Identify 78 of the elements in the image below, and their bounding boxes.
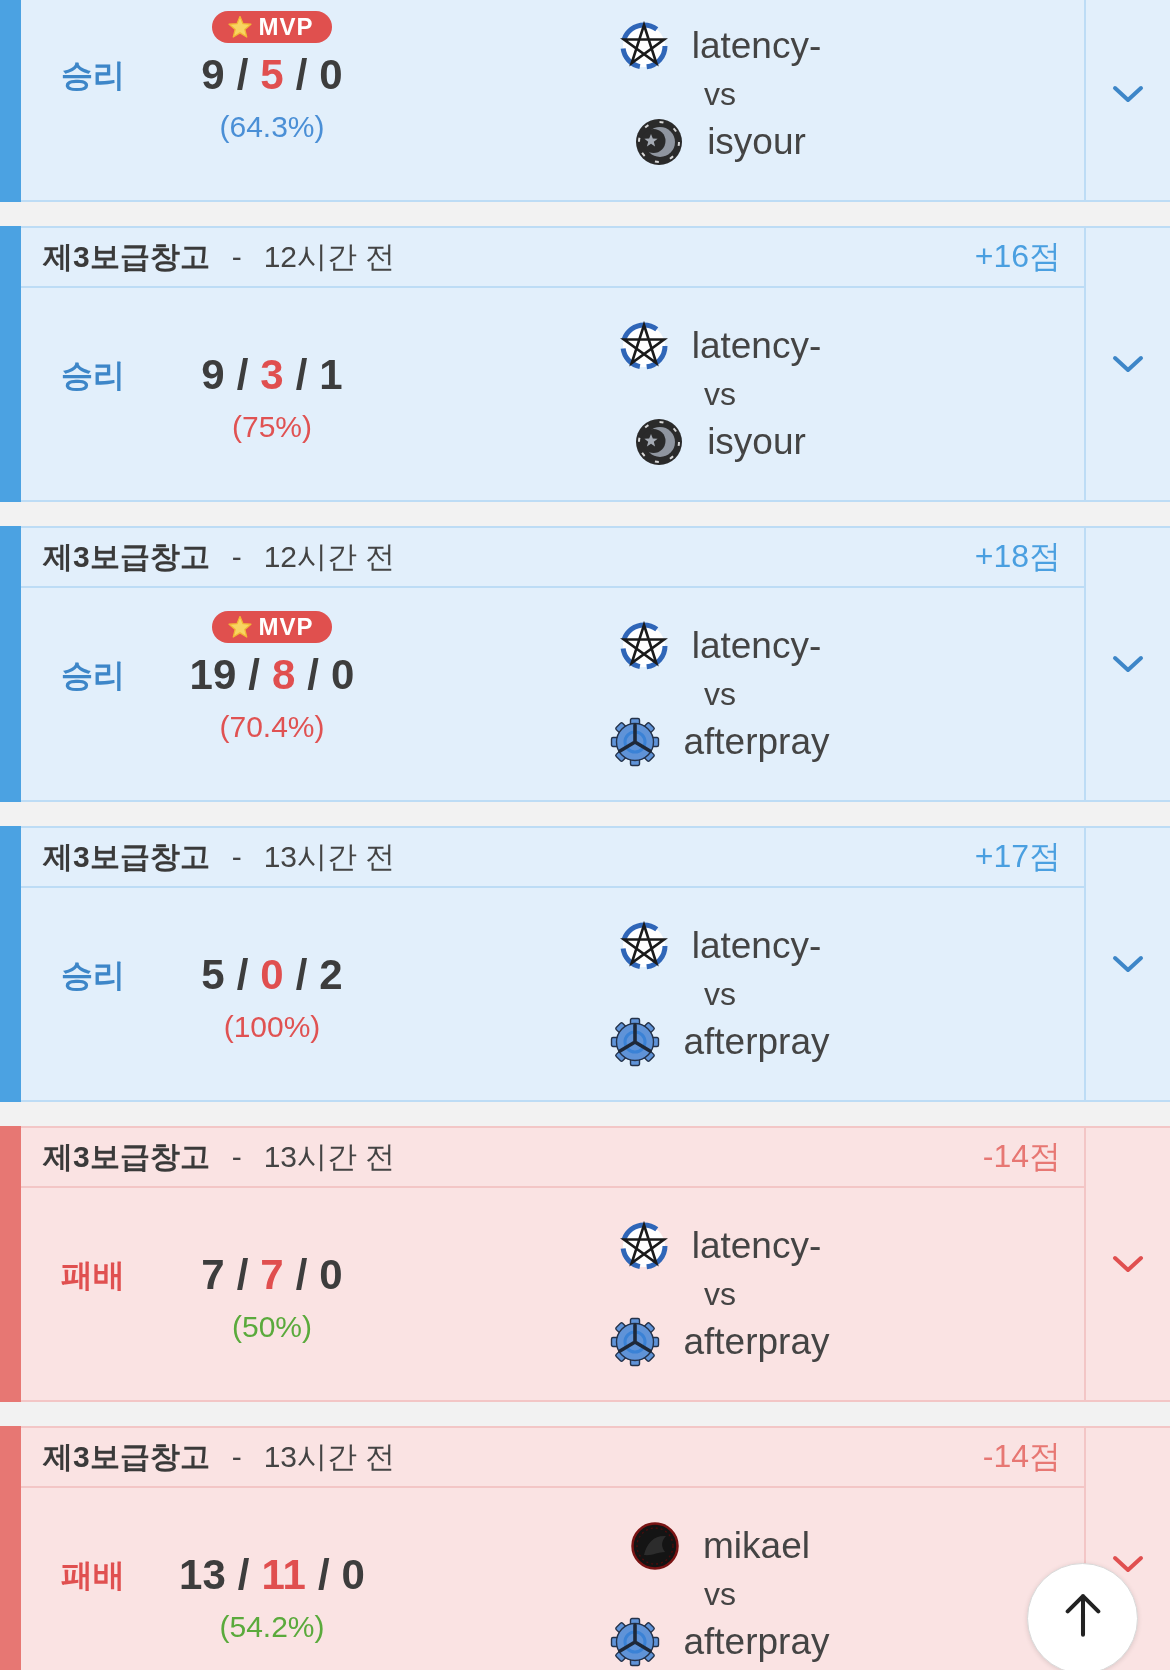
points-change: -14점	[982, 1437, 1061, 1476]
match-result: 패배	[61, 1556, 125, 1595]
expand-button[interactable]	[1084, 1126, 1170, 1402]
expand-button[interactable]	[1084, 0, 1170, 202]
versus-label: vs	[704, 1275, 736, 1314]
player-name: latency-	[691, 1224, 822, 1268]
mvp-text: MVP	[258, 613, 314, 641]
kill-participation: (70.4%)	[219, 709, 325, 745]
versus-label: vs	[704, 1575, 736, 1614]
player-name: latency-	[691, 24, 822, 68]
map-name: 제3보급창고	[43, 838, 210, 875]
separator: -	[231, 240, 242, 274]
player-name: isyour	[707, 120, 806, 164]
separator: -	[231, 1440, 242, 1474]
player-name: isyour	[707, 420, 806, 464]
time-ago: 12시간 전	[263, 238, 396, 275]
star-icon	[228, 16, 253, 38]
points-change: -14점	[982, 1137, 1061, 1176]
player-name: latency-	[691, 624, 822, 668]
map-name: 제3보급창고	[43, 538, 210, 575]
expand-button[interactable]	[1084, 526, 1170, 802]
match-result: 승리	[61, 656, 125, 695]
points-change: +17점	[974, 837, 1061, 876]
expand-button[interactable]	[1084, 826, 1170, 1102]
match-result: 승리	[61, 356, 125, 395]
round-crest-emblem-icon	[630, 1521, 681, 1571]
map-name: 제3보급창고	[43, 1438, 210, 1475]
kill-participation: (50%)	[232, 1309, 312, 1345]
kill-participation: (75%)	[232, 409, 312, 445]
player-name: latency-	[691, 924, 822, 968]
versus-label: vs	[704, 375, 736, 414]
kill-participation: (54.2%)	[219, 1609, 325, 1645]
time-ago: 13시간 전	[263, 1138, 396, 1175]
time-ago: 13시간 전	[263, 838, 396, 875]
separator: -	[231, 840, 242, 874]
gear-emblem-icon	[610, 1617, 661, 1667]
kill-participation: (64.3%)	[219, 109, 325, 145]
kill-participation: (100%)	[223, 1009, 321, 1045]
mvp-text: MVP	[258, 13, 314, 41]
player-name: mikael	[703, 1524, 810, 1568]
match-result: 승리	[61, 956, 125, 995]
gear-emblem-icon	[610, 717, 661, 767]
map-name: 제3보급창고	[43, 1138, 210, 1175]
points-change: +16점	[974, 237, 1061, 276]
player-name: afterpray	[683, 720, 830, 764]
map-name: 제3보급창고	[43, 238, 210, 275]
versus-label: vs	[704, 675, 736, 714]
pentagram-emblem-icon	[618, 621, 669, 671]
kda-score: 9 / 5 / 0	[201, 50, 343, 100]
separator: -	[231, 540, 242, 574]
kda-score: 19 / 8 / 0	[189, 650, 355, 700]
kda-score: 13 / 11 / 0	[179, 1550, 365, 1600]
match-result: 패배	[61, 1256, 125, 1295]
arrow-up-icon	[1064, 1592, 1101, 1637]
pentagram-emblem-icon	[618, 321, 669, 371]
versus-label: vs	[704, 975, 736, 1014]
player-name: latency-	[691, 324, 822, 368]
separator: -	[231, 1140, 242, 1174]
points-change: +18점	[974, 537, 1061, 576]
gear-emblem-icon	[610, 1017, 661, 1067]
star-icon	[228, 616, 253, 638]
kda-score: 9 / 3 / 1	[201, 350, 343, 400]
player-name: afterpray	[683, 1620, 830, 1664]
crescent-emblem-icon	[634, 117, 685, 167]
gear-emblem-icon	[610, 1317, 661, 1367]
versus-label: vs	[704, 75, 736, 114]
pentagram-emblem-icon	[618, 1221, 669, 1271]
pentagram-emblem-icon	[618, 921, 669, 971]
match-result: 승리	[61, 56, 125, 95]
time-ago: 12시간 전	[263, 538, 396, 575]
expand-button[interactable]	[1084, 226, 1170, 502]
kda-score: 5 / 0 / 2	[201, 950, 343, 1000]
player-name: afterpray	[683, 1320, 830, 1364]
pentagram-emblem-icon	[618, 21, 669, 71]
kda-score: 7 / 7 / 0	[201, 1250, 343, 1300]
player-name: afterpray	[683, 1020, 830, 1064]
crescent-emblem-icon	[634, 417, 685, 467]
time-ago: 13시간 전	[263, 1438, 396, 1475]
